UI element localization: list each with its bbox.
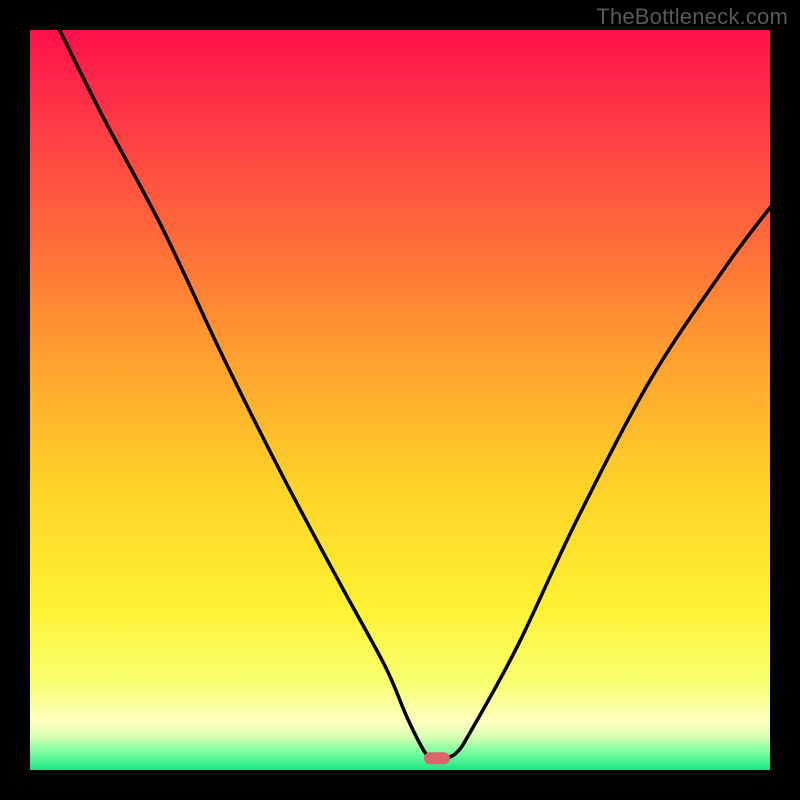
chart-frame: TheBottleneck.com bbox=[0, 0, 800, 800]
bottleneck-chart bbox=[30, 30, 770, 770]
watermark-text: TheBottleneck.com bbox=[596, 4, 788, 30]
gradient-background bbox=[30, 30, 770, 770]
optimum-marker bbox=[424, 752, 450, 764]
plot-area bbox=[30, 30, 770, 770]
